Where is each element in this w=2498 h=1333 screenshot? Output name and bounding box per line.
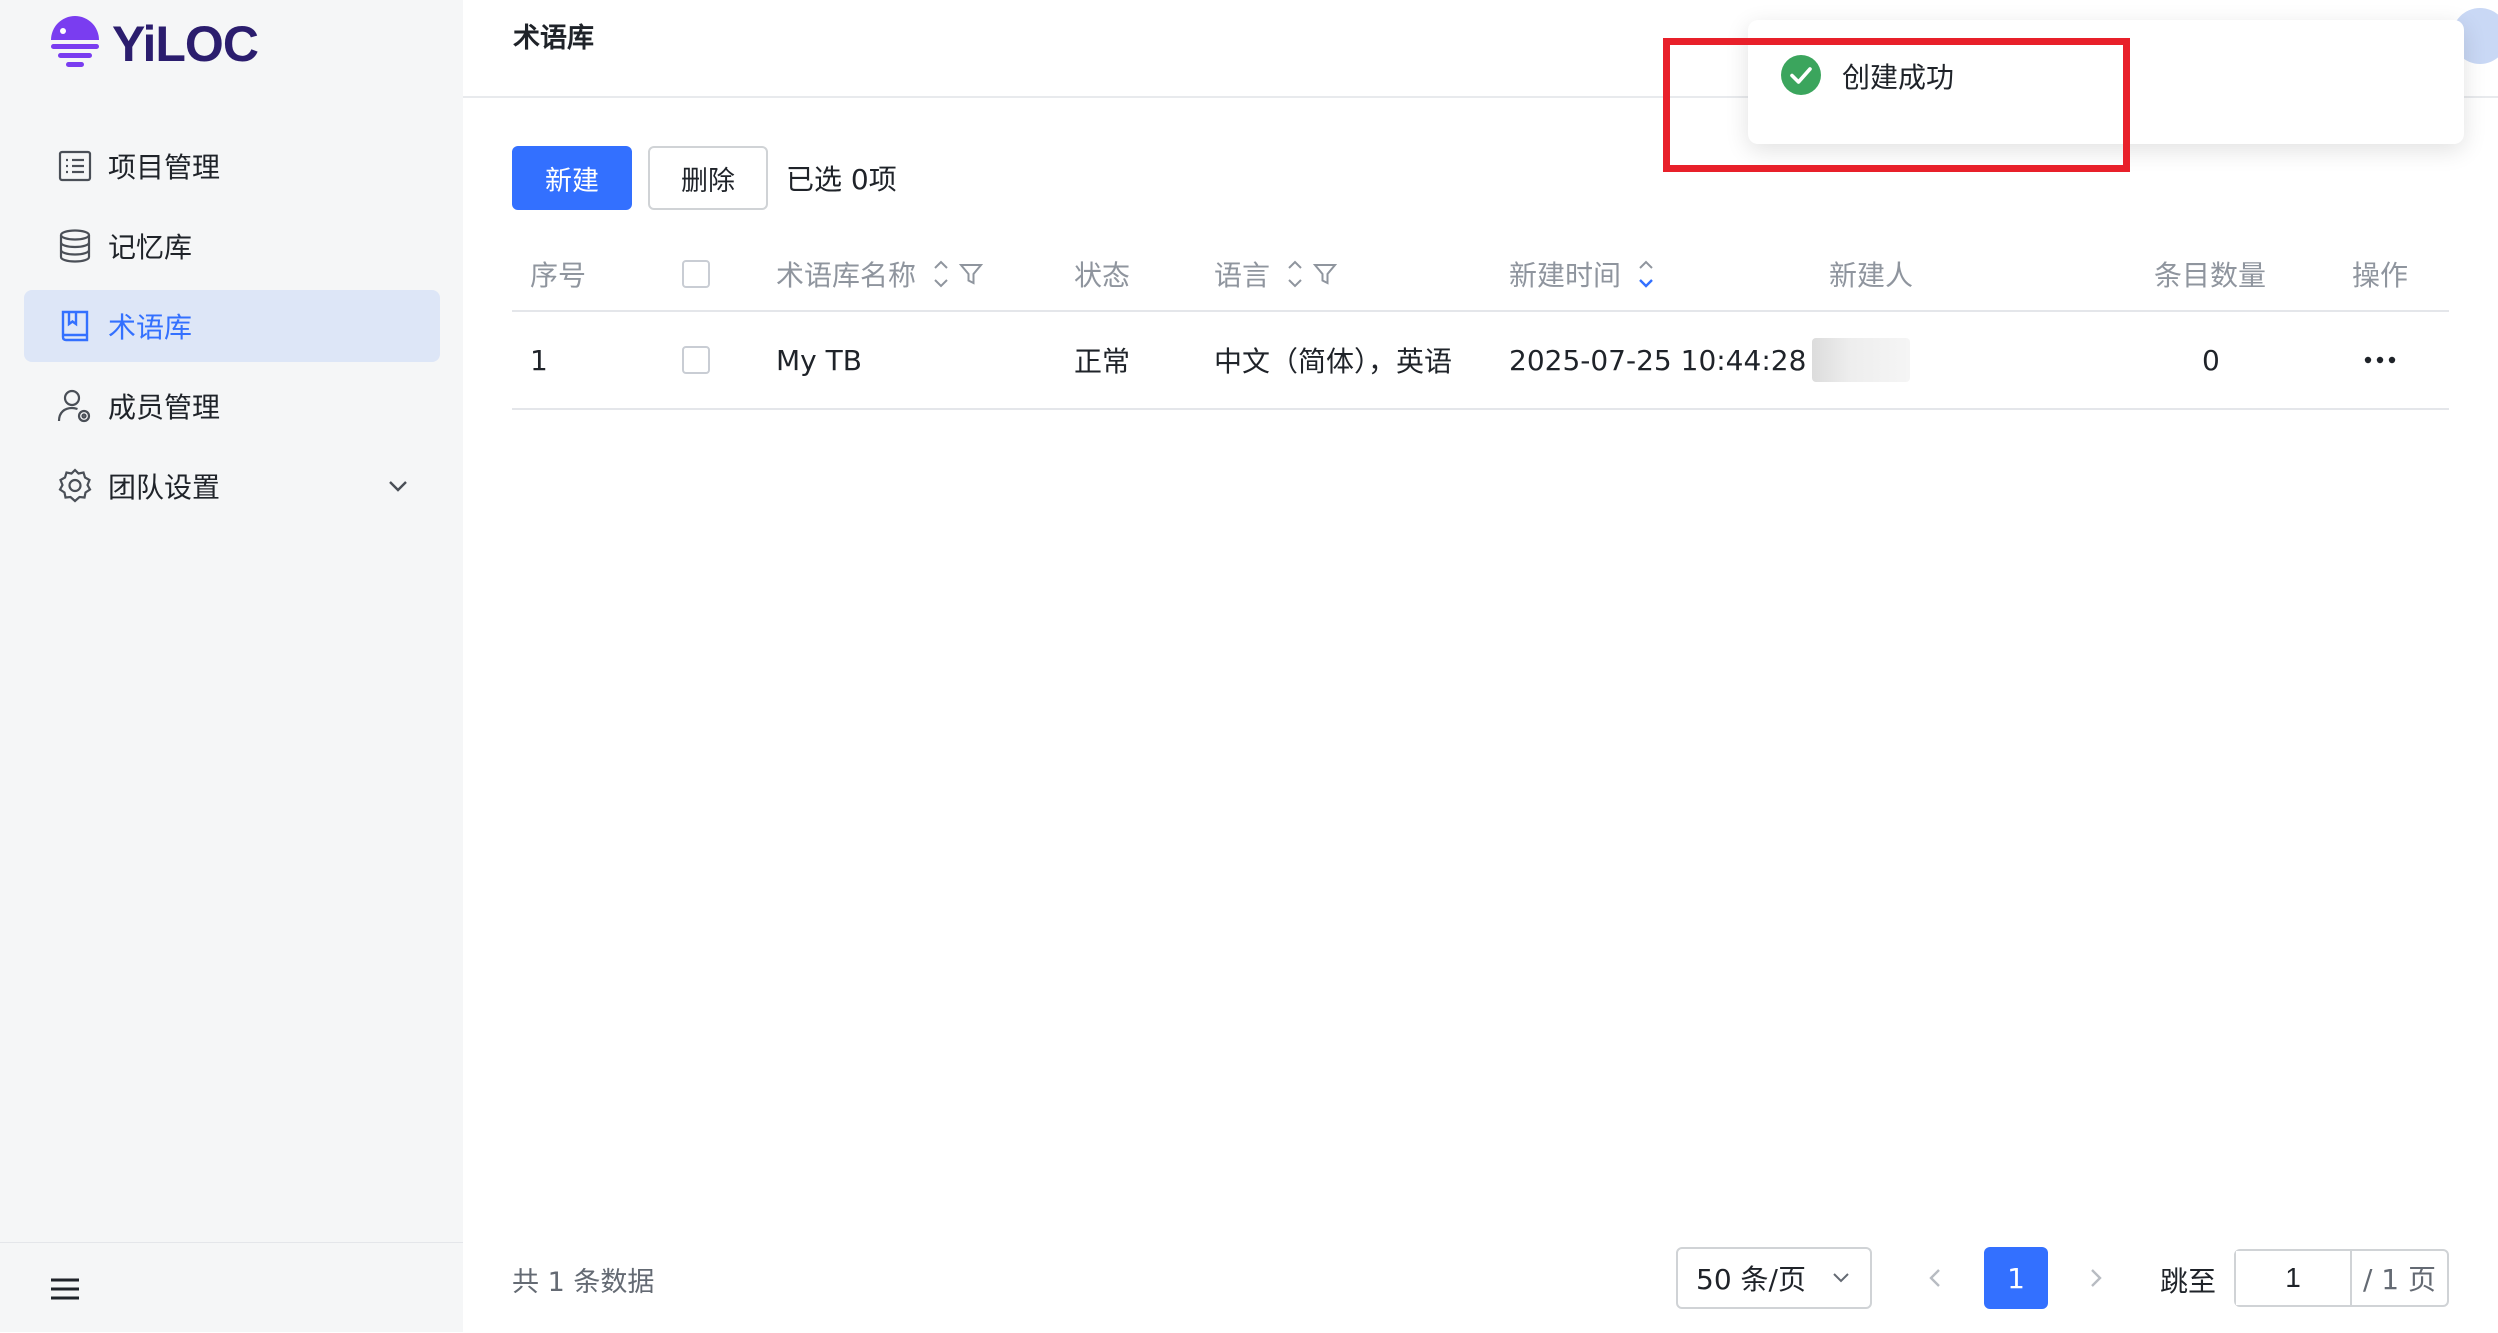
column-header-actions: 操作 (2352, 238, 2408, 310)
more-options-icon[interactable] (2363, 355, 2397, 365)
row-checkbox[interactable] (682, 346, 710, 374)
termbase-table: 序号 术语库名称 状态 语言 新建时间 新建人 条目数量 操作 1 My TB … (512, 238, 2449, 410)
sidebar-item-label: 项目管理 (108, 151, 221, 184)
column-header-label: 新建时间 (1509, 259, 1622, 292)
table-row[interactable]: 1 My TB 正常 中文（简体），英语 2025-07-25 10:44:28… (512, 312, 2449, 410)
sort-descending-icon[interactable] (1635, 256, 1657, 292)
page-button-current[interactable]: 1 (1984, 1247, 2048, 1309)
sort-icon[interactable] (930, 256, 952, 292)
sidebar-item-team-settings[interactable]: 团队设置 (24, 450, 440, 522)
total-count: 共 1 条数据 (512, 1267, 655, 1298)
column-header-status: 状态 (1074, 238, 1130, 310)
toolbar: 新建 删除 已选 0项 (512, 146, 897, 210)
table-header: 序号 术语库名称 状态 语言 新建时间 新建人 条目数量 操作 (512, 238, 2449, 312)
success-check-icon (1781, 55, 1821, 95)
sidebar-item-memory[interactable]: 记忆库 (24, 210, 440, 282)
filter-icon[interactable] (958, 261, 984, 287)
jump-label: 跳至 (2160, 1265, 2217, 1298)
sidebar-item-label: 记忆库 (108, 231, 193, 264)
prev-page-icon[interactable] (1920, 1262, 1950, 1294)
column-header-label: 条目数量 (2154, 259, 2267, 292)
column-header-label: 状态 (1074, 259, 1131, 292)
row-select (682, 312, 710, 408)
sidebar-item-projects[interactable]: 项目管理 (24, 130, 440, 202)
column-header-label: 语言 (1214, 259, 1271, 292)
column-header-language: 语言 (1214, 238, 1338, 310)
user-settings-icon (57, 389, 91, 423)
column-header-label: 新建人 (1829, 259, 1914, 292)
sidebar-footer (0, 1242, 463, 1333)
column-header-creator: 新建人 (1829, 238, 1913, 310)
row-index: 1 (530, 343, 548, 377)
row-creator (1812, 312, 1910, 408)
sort-icon[interactable] (1284, 256, 1306, 292)
sidebar-item-label: 团队设置 (108, 471, 221, 504)
toast-message: 创建成功 (1842, 61, 1955, 94)
column-header-index: 序号 (530, 238, 586, 310)
termbase-name-link[interactable]: My TB (776, 312, 862, 408)
chevron-down-icon (1833, 1273, 1849, 1283)
column-header-label: 序号 (530, 259, 587, 292)
row-entries: 0 (2202, 343, 2220, 377)
database-icon (59, 229, 91, 263)
success-toast: 创建成功 (1748, 20, 2464, 144)
column-header-created-time: 新建时间 (1509, 238, 1657, 310)
page-jump: / 1 页 (2234, 1249, 2449, 1307)
sidebar-item-label: 成员管理 (108, 391, 221, 424)
row-status: 正常 (1074, 345, 1131, 378)
page-title: 术语库 (513, 23, 594, 54)
next-page-icon[interactable] (2081, 1262, 2111, 1294)
chevron-down-icon[interactable] (384, 472, 412, 500)
sidebar-item-members[interactable]: 成员管理 (24, 370, 440, 442)
column-header-select (682, 238, 710, 310)
column-header-name: 术语库名称 (776, 238, 984, 310)
row-actions (2363, 312, 2397, 408)
logo-text: YiLOC (112, 16, 259, 72)
column-header-entries: 条目数量 (2154, 238, 2266, 310)
page-size-select[interactable]: 50 条/页 (1676, 1247, 1872, 1309)
menu-icon[interactable] (48, 1275, 82, 1303)
delete-button[interactable]: 删除 (648, 146, 768, 210)
sidebar: YiLOC 项目管理 记忆库 术语库 成员管理 团队设置 (0, 0, 463, 1332)
logo[interactable]: YiLOC (48, 12, 259, 76)
sidebar-item-label: 术语库 (108, 311, 193, 344)
sidebar-nav: 项目管理 记忆库 术语库 成员管理 团队设置 (24, 130, 440, 530)
select-all-checkbox[interactable] (682, 260, 710, 288)
gear-icon (58, 468, 92, 503)
filter-icon[interactable] (1312, 261, 1338, 287)
creator-blurred-name (1812, 338, 1910, 382)
selected-count: 已选 0项 (786, 163, 897, 196)
row-languages: 中文（简体），英语 (1214, 345, 1453, 378)
column-header-label: 操作 (2352, 259, 2409, 292)
new-button[interactable]: 新建 (512, 146, 632, 210)
total-pages: / 1 页 (2362, 1263, 2437, 1296)
sidebar-item-termbase[interactable]: 术语库 (24, 290, 440, 362)
row-created-time: 2025-07-25 10:44:28 (1509, 343, 1807, 377)
page-jump-input[interactable] (2236, 1251, 2352, 1305)
list-icon (58, 150, 92, 182)
page-size-value: 50 条/页 (1696, 1263, 1806, 1296)
book-icon (61, 310, 89, 342)
column-header-label: 术语库名称 (776, 259, 917, 292)
yiloc-logo-icon (51, 16, 99, 67)
